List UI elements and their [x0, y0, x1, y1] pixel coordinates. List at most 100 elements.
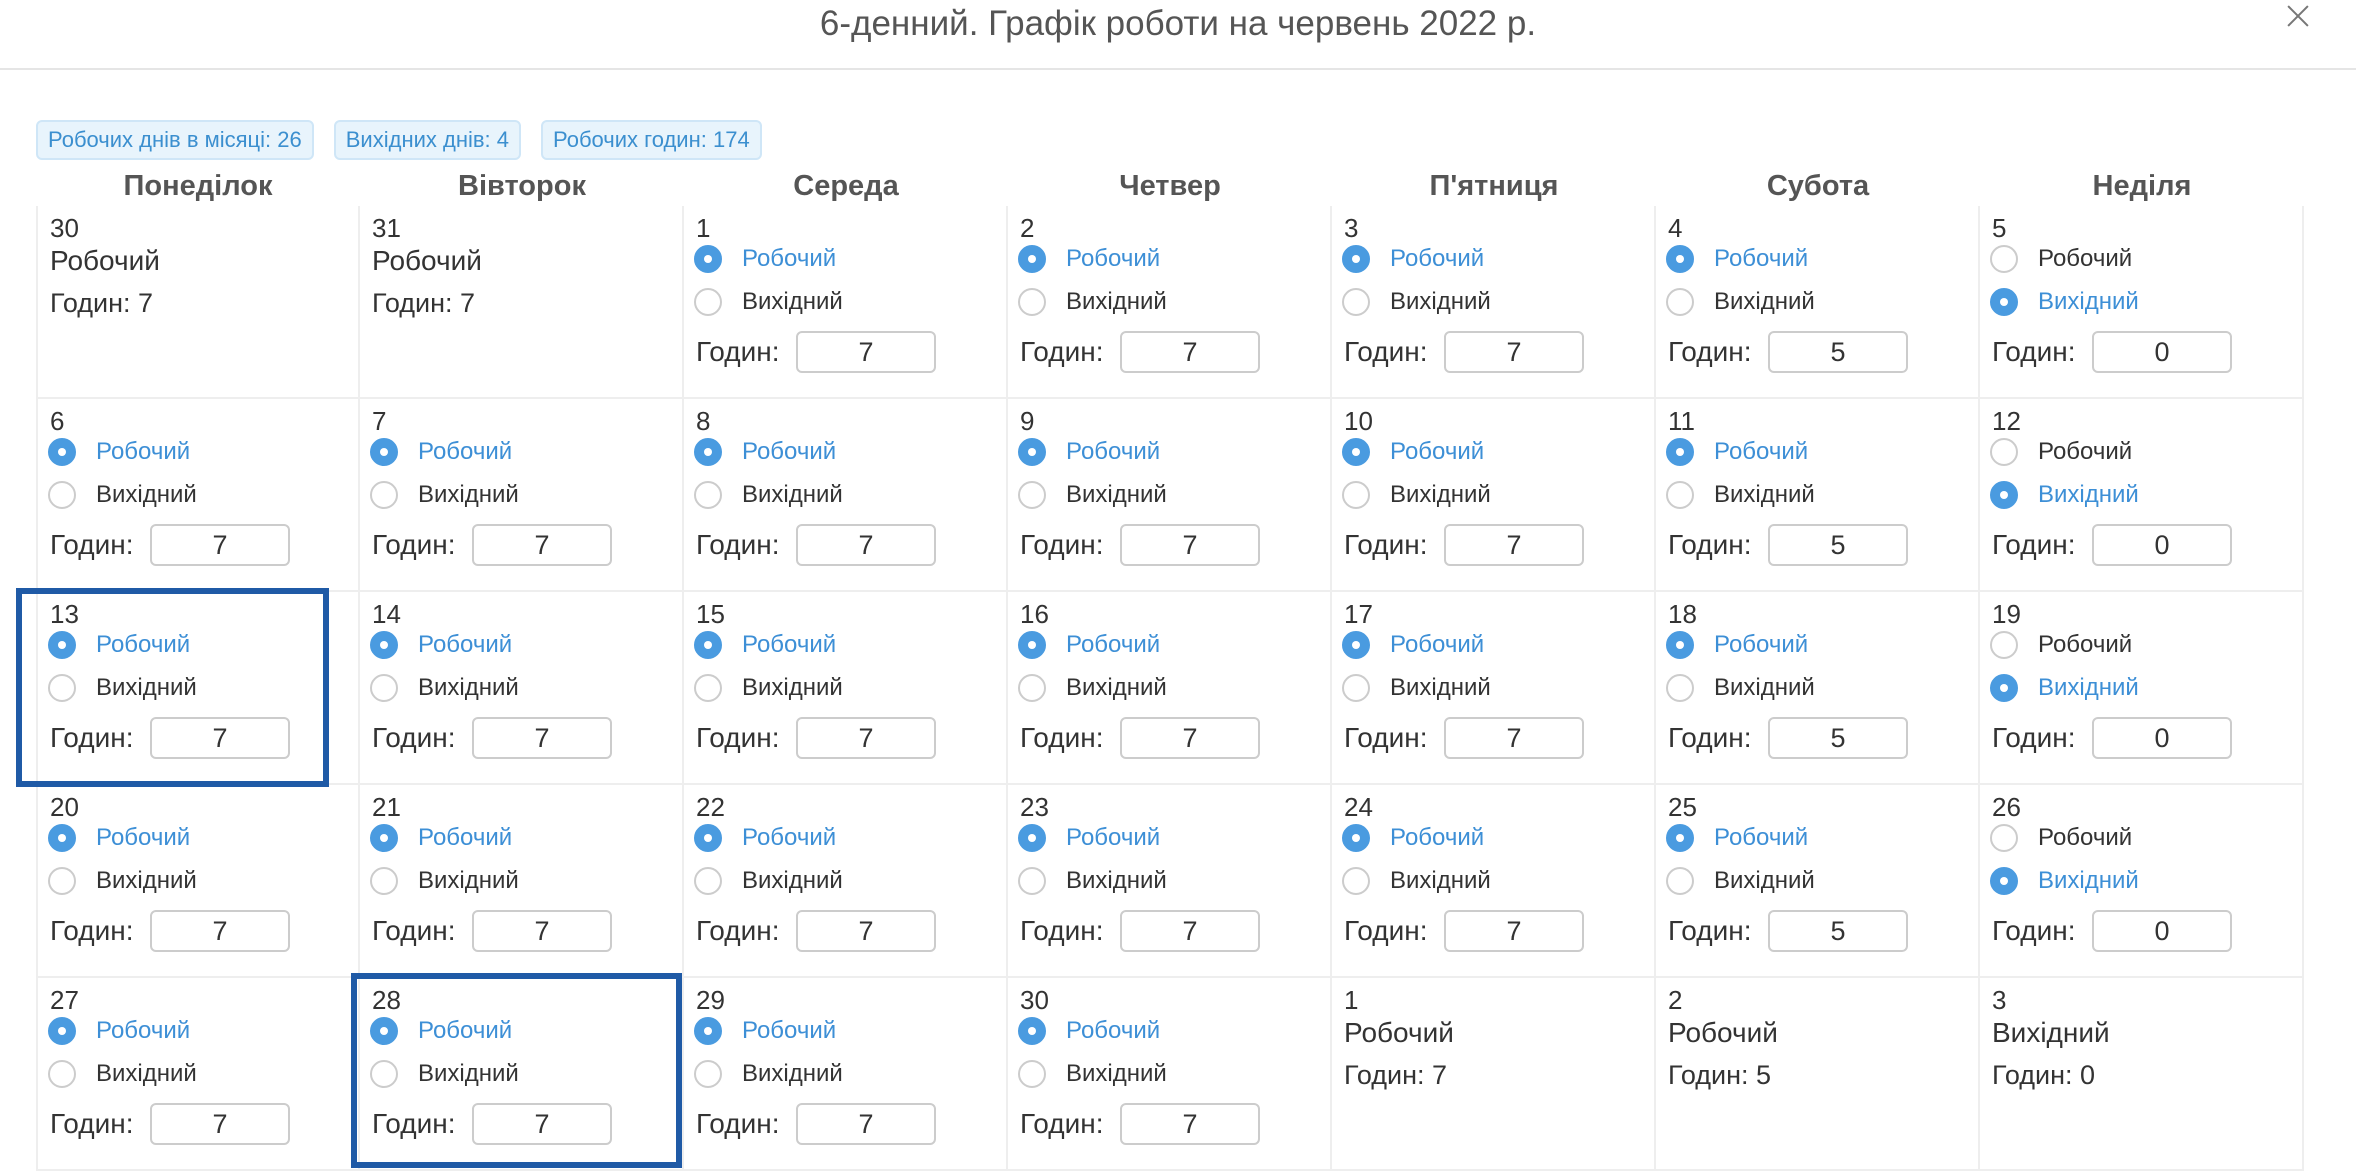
working-option[interactable]: Робочий — [1018, 1014, 1160, 1048]
dayoff-option[interactable]: Вихідний — [1342, 864, 1491, 898]
working-radio[interactable] — [1018, 1017, 1046, 1045]
hours-input[interactable] — [2092, 524, 2232, 566]
hours-input[interactable] — [1120, 910, 1260, 952]
hours-input[interactable] — [796, 1103, 936, 1145]
working-option[interactable]: Робочий — [48, 821, 190, 855]
working-option[interactable]: Робочий — [48, 628, 190, 662]
dayoff-radio[interactable] — [1990, 481, 2018, 509]
working-radio[interactable] — [1990, 245, 2018, 273]
dayoff-option[interactable]: Вихідний — [1990, 478, 2139, 512]
working-option[interactable]: Робочий — [694, 242, 836, 276]
dayoff-radio[interactable] — [1666, 481, 1694, 509]
working-radio[interactable] — [1342, 631, 1370, 659]
dayoff-radio[interactable] — [1018, 674, 1046, 702]
working-option[interactable]: Робочий — [370, 435, 512, 469]
working-option[interactable]: Робочий — [1666, 821, 1808, 855]
working-option[interactable]: Робочий — [1342, 242, 1484, 276]
working-option[interactable]: Робочий — [1990, 628, 2132, 662]
hours-input[interactable] — [1768, 910, 1908, 952]
close-icon[interactable] — [2280, 0, 2316, 36]
dayoff-radio[interactable] — [694, 867, 722, 895]
working-radio[interactable] — [1018, 824, 1046, 852]
dayoff-radio[interactable] — [370, 481, 398, 509]
working-radio[interactable] — [370, 631, 398, 659]
dayoff-radio[interactable] — [1990, 867, 2018, 895]
working-radio[interactable] — [1018, 438, 1046, 466]
dayoff-radio[interactable] — [1666, 867, 1694, 895]
dayoff-radio[interactable] — [370, 674, 398, 702]
working-radio[interactable] — [694, 438, 722, 466]
dayoff-radio[interactable] — [1018, 288, 1046, 316]
working-option[interactable]: Робочий — [1018, 821, 1160, 855]
hours-input[interactable] — [1120, 1103, 1260, 1145]
dayoff-option[interactable]: Вихідний — [1666, 478, 1815, 512]
dayoff-option[interactable]: Вихідний — [1018, 864, 1167, 898]
hours-input[interactable] — [2092, 331, 2232, 373]
working-radio[interactable] — [1666, 631, 1694, 659]
hours-input[interactable] — [796, 524, 936, 566]
working-option[interactable]: Робочий — [1666, 435, 1808, 469]
working-radio[interactable] — [1666, 245, 1694, 273]
dayoff-option[interactable]: Вихідний — [370, 1057, 519, 1091]
hours-input[interactable] — [2092, 910, 2232, 952]
dayoff-option[interactable]: Вихідний — [370, 671, 519, 705]
working-radio[interactable] — [48, 824, 76, 852]
dayoff-option[interactable]: Вихідний — [1342, 478, 1491, 512]
hours-input[interactable] — [796, 331, 936, 373]
hours-input[interactable] — [150, 717, 290, 759]
dayoff-radio[interactable] — [370, 867, 398, 895]
working-option[interactable]: Робочий — [1990, 821, 2132, 855]
working-option[interactable]: Робочий — [48, 1014, 190, 1048]
working-radio[interactable] — [370, 824, 398, 852]
dayoff-radio[interactable] — [694, 481, 722, 509]
hours-input[interactable] — [1768, 331, 1908, 373]
working-radio[interactable] — [1018, 245, 1046, 273]
working-option[interactable]: Робочий — [694, 821, 836, 855]
dayoff-radio[interactable] — [1666, 288, 1694, 316]
hours-input[interactable] — [472, 910, 612, 952]
hours-input[interactable] — [1444, 331, 1584, 373]
dayoff-option[interactable]: Вихідний — [1342, 285, 1491, 319]
hours-input[interactable] — [1768, 524, 1908, 566]
dayoff-radio[interactable] — [1990, 288, 2018, 316]
working-option[interactable]: Робочий — [370, 628, 512, 662]
dayoff-radio[interactable] — [370, 1060, 398, 1088]
working-option[interactable]: Робочий — [370, 1014, 512, 1048]
dayoff-option[interactable]: Вихідний — [1666, 285, 1815, 319]
dayoff-radio[interactable] — [1342, 288, 1370, 316]
dayoff-option[interactable]: Вихідний — [694, 671, 843, 705]
dayoff-radio[interactable] — [48, 867, 76, 895]
working-radio[interactable] — [1666, 438, 1694, 466]
working-option[interactable]: Робочий — [1342, 435, 1484, 469]
hours-input[interactable] — [472, 717, 612, 759]
dayoff-radio[interactable] — [694, 288, 722, 316]
dayoff-radio[interactable] — [1018, 867, 1046, 895]
dayoff-option[interactable]: Вихідний — [48, 864, 197, 898]
hours-input[interactable] — [1120, 524, 1260, 566]
dayoff-option[interactable]: Вихідний — [1666, 864, 1815, 898]
working-radio[interactable] — [1990, 438, 2018, 466]
working-option[interactable]: Робочий — [694, 1014, 836, 1048]
dayoff-option[interactable]: Вихідний — [1018, 285, 1167, 319]
working-radio[interactable] — [48, 1017, 76, 1045]
working-radio[interactable] — [370, 438, 398, 466]
working-option[interactable]: Робочий — [1990, 242, 2132, 276]
dayoff-option[interactable]: Вихідний — [370, 478, 519, 512]
dayoff-option[interactable]: Вихідний — [370, 864, 519, 898]
dayoff-option[interactable]: Вихідний — [48, 671, 197, 705]
dayoff-option[interactable]: Вихідний — [1990, 285, 2139, 319]
dayoff-option[interactable]: Вихідний — [1990, 671, 2139, 705]
working-radio[interactable] — [370, 1017, 398, 1045]
hours-input[interactable] — [1444, 717, 1584, 759]
working-radio[interactable] — [694, 631, 722, 659]
dayoff-option[interactable]: Вихідний — [694, 1057, 843, 1091]
working-radio[interactable] — [1342, 824, 1370, 852]
dayoff-option[interactable]: Вихідний — [48, 478, 197, 512]
working-radio[interactable] — [1990, 631, 2018, 659]
working-option[interactable]: Робочий — [1342, 628, 1484, 662]
working-radio[interactable] — [1666, 824, 1694, 852]
dayoff-radio[interactable] — [1018, 481, 1046, 509]
working-option[interactable]: Робочий — [48, 435, 190, 469]
dayoff-radio[interactable] — [1018, 1060, 1046, 1088]
hours-input[interactable] — [150, 524, 290, 566]
